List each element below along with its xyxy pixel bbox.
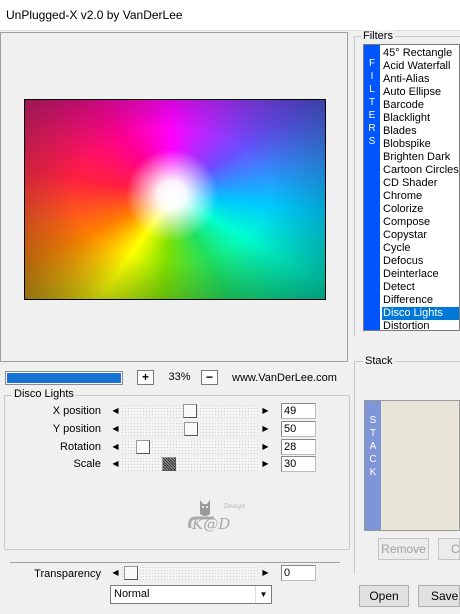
filter-item[interactable]: Distortion [382,320,459,330]
transparency-left-arrow-icon[interactable]: ◀ [110,566,121,580]
transparency-slider-thumb[interactable] [124,566,138,580]
x-position-field[interactable]: 49 [281,403,316,419]
x-position-left-arrow-icon[interactable]: ◀ [110,404,121,418]
filter-item[interactable]: Difference [382,294,459,307]
stack-list[interactable]: S T A C K [364,400,460,531]
preview-image[interactable] [24,99,326,300]
y-position-right-arrow-icon[interactable]: ▶ [260,422,271,436]
chevron-down-icon[interactable]: ▼ [255,586,271,603]
zoom-out-button[interactable]: − [201,370,218,385]
filter-item[interactable]: Anti-Alias [382,73,459,86]
rotation-left-arrow-icon[interactable]: ◀ [110,440,121,454]
remove-button[interactable]: Remove [378,538,429,560]
filter-item[interactable]: Acid Waterfall [382,60,459,73]
transparency-label: Transparency [34,568,101,580]
filter-item[interactable]: Colorize [382,203,459,216]
preview-panel [0,32,348,362]
render-progress-bar [5,371,123,385]
rotation-slider-thumb[interactable] [136,440,150,454]
filter-item[interactable]: CD Shader [382,177,459,190]
filters-vertical-label: F I L T E R S [364,45,380,330]
y-position-slider-thumb[interactable] [184,422,198,436]
filter-item[interactable]: Cycle [382,242,459,255]
rotation-right-arrow-icon[interactable]: ▶ [260,440,271,454]
divider [10,562,340,563]
cat-logo-watermark: K@D Design [188,500,245,532]
scale-slider[interactable] [121,457,259,471]
filter-item[interactable]: Blades [382,125,459,138]
y-position-label: Y position [52,423,101,435]
parameters-group-label: Disco Lights [12,388,76,400]
filter-item[interactable]: Blobspike [382,138,459,151]
filter-item[interactable]: Brighten Dark [382,151,459,164]
filter-item[interactable]: Detect [382,281,459,294]
filters-group-label: Filters [361,30,395,42]
filter-item[interactable]: Defocus [382,255,459,268]
blend-mode-select[interactable]: Normal ▼ [110,585,272,604]
svg-text:K@D: K@D [191,515,230,532]
stack-group-label: Stack [363,355,395,367]
filter-items: 45° Rectangle Acid Waterfall Anti-Alias Aut… [382,47,459,330]
transparency-right-arrow-icon[interactable]: ▶ [260,566,271,580]
y-position-field[interactable]: 50 [281,421,316,437]
filter-item[interactable]: 45° Rectangle [382,47,459,60]
filters-list[interactable]: F I L T E R S 45° Rectangle Acid Waterfal… [363,44,460,331]
zoom-level: 33% [168,371,191,383]
filter-item[interactable]: Auto Ellipse [382,86,459,99]
filter-item[interactable]: Compose [382,216,459,229]
filter-item[interactable]: Barcode [382,99,459,112]
filter-item[interactable]: Copystar [382,229,459,242]
website-label: www.VanDerLee.com [232,372,337,384]
copy-button[interactable]: C [438,538,460,560]
transparency-slider[interactable] [121,566,259,580]
title-bar: UnPlugged-X v2.0 by VanDerLee [0,0,460,31]
save-button[interactable]: Save [418,585,460,607]
scale-right-arrow-icon[interactable]: ▶ [260,457,271,471]
filter-item[interactable]: Chrome [382,190,459,203]
scale-slider-thumb[interactable] [162,457,176,471]
x-position-label: X position [52,405,101,417]
x-position-right-arrow-icon[interactable]: ▶ [260,404,271,418]
progress-fill [7,373,121,383]
transparency-field[interactable]: 0 [281,565,316,581]
scale-label: Scale [73,458,101,470]
blend-mode-value: Normal [114,588,150,600]
window-title: UnPlugged-X v2.0 by VanDerLee [6,8,183,22]
rotation-label: Rotation [60,441,101,453]
filter-item[interactable]: Cartoon Circles [382,164,459,177]
stack-vertical-label: S T A C K [365,401,381,530]
filter-item[interactable]: Deinterlace [382,268,459,281]
filter-item[interactable]: Blacklight [382,112,459,125]
svg-text:Design: Design [223,503,245,510]
y-position-left-arrow-icon[interactable]: ◀ [110,422,121,436]
scale-left-arrow-icon[interactable]: ◀ [110,457,121,471]
filter-item[interactable]: Disco Lights [382,307,459,320]
zoom-in-button[interactable]: + [137,370,154,385]
open-button[interactable]: Open [359,585,409,607]
x-position-slider-thumb[interactable] [183,404,197,418]
scale-field[interactable]: 30 [281,456,316,472]
rotation-field[interactable]: 28 [281,439,316,455]
